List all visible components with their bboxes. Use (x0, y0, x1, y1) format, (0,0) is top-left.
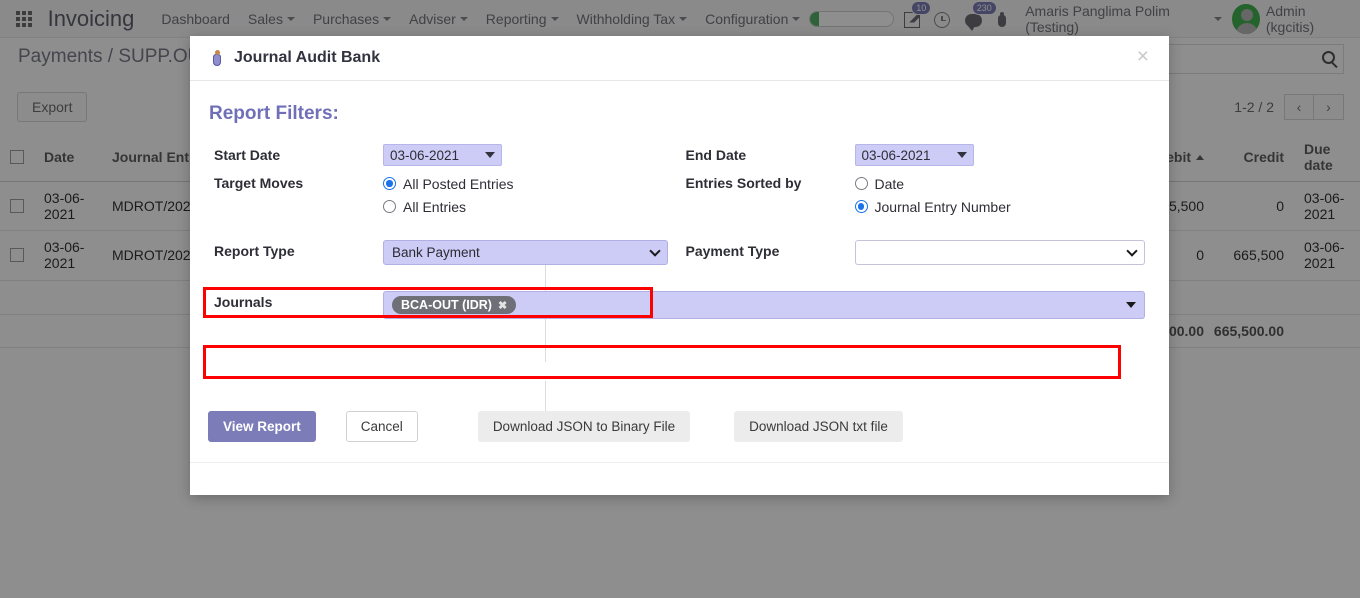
radio-sort-date[interactable]: Date (854, 172, 1152, 195)
radio-label: Journal Entry Number (874, 198, 1011, 215)
label-payment-type: Payment Type (685, 243, 780, 259)
form-row-journals: Journals BCA-OUT (IDR) ✖ (208, 288, 1151, 322)
label-start-date: Start Date (214, 147, 281, 163)
form-row-radios: Target Moves All Posted Entries All Entr… (208, 169, 1151, 221)
field-payment-type: Payment Type (680, 237, 1152, 268)
close-icon[interactable]: × (1133, 46, 1153, 70)
label-journals: Journals (214, 294, 273, 310)
field-end-date: End Date 03-06-2021 (680, 141, 1152, 169)
dialog-body: Report Filters: Start Date 03-06-2021 En… (190, 81, 1169, 461)
radio-icon-selected (383, 177, 396, 190)
radio-label: Date (874, 175, 905, 192)
form-row-dates: Start Date 03-06-2021 End Date 03-06-202… (208, 141, 1151, 169)
radio-icon (854, 177, 868, 190)
journal-tag[interactable]: BCA-OUT (IDR) ✖ (392, 296, 517, 314)
dialog-actions: View Report Cancel Download JSON to Bina… (208, 411, 903, 442)
label-entries-sorted-by: Entries Sorted by (685, 175, 802, 191)
report-filters-heading: Report Filters: (209, 103, 339, 124)
label-report-type: Report Type (214, 243, 295, 259)
payment-type-select[interactable] (854, 240, 1145, 265)
radio-all-entries[interactable]: All Entries (383, 195, 680, 218)
field-journals: Journals BCA-OUT (IDR) ✖ (208, 288, 1151, 322)
chevron-down-icon (648, 244, 661, 257)
label-end-date: End Date (685, 147, 747, 163)
download-json-binary-button[interactable]: Download JSON to Binary File (477, 411, 691, 442)
chevron-down-icon (1126, 302, 1136, 308)
end-date-value: 03-06-2021 (861, 147, 931, 163)
form-row-types: Report Type Bank Payment Payment Type (208, 237, 1151, 268)
dialog-title: Journal Audit Bank (234, 49, 381, 66)
highlight-box-journals (203, 345, 1121, 379)
screen: Invoicing Dashboard Sales Purchases Advi… (0, 0, 1360, 598)
radio-sort-journal-entry-number[interactable]: Journal Entry Number (854, 195, 1152, 218)
view-report-button[interactable]: View Report (208, 411, 316, 442)
dialog-header: Journal Audit Bank × (190, 36, 1169, 81)
radio-icon-selected (854, 200, 868, 213)
radio-label: All Posted Entries (403, 175, 514, 192)
bug-icon (210, 49, 224, 67)
field-target-moves: Target Moves All Posted Entries All Entr… (208, 169, 680, 221)
radio-icon (383, 200, 396, 213)
journals-multiselect[interactable]: BCA-OUT (IDR) ✖ (383, 291, 1145, 319)
field-start-date: Start Date 03-06-2021 (208, 141, 680, 169)
report-type-value: Bank Payment (392, 245, 480, 260)
journal-tag-label: BCA-OUT (IDR) (401, 298, 492, 312)
remove-tag-icon[interactable]: ✖ (498, 299, 507, 312)
journal-audit-bank-dialog: Journal Audit Bank × Report Filters: Sta… (190, 36, 1169, 495)
cancel-button[interactable]: Cancel (345, 411, 418, 442)
start-date-value: 03-06-2021 (390, 147, 460, 163)
chevron-down-icon (485, 152, 495, 158)
chevron-down-icon (956, 152, 967, 158)
chevron-down-icon (1126, 244, 1138, 257)
field-report-type: Report Type Bank Payment (208, 237, 680, 268)
label-target-moves: Target Moves (214, 175, 304, 191)
radio-all-posted-entries[interactable]: All Posted Entries (383, 172, 680, 195)
download-json-txt-button[interactable]: Download JSON txt file (734, 411, 903, 442)
radio-label: All Entries (403, 198, 467, 215)
dialog-footer (190, 462, 1169, 495)
field-entries-sorted-by: Entries Sorted by Date Journal Entry Num… (680, 169, 1152, 221)
start-date-input[interactable]: 03-06-2021 (383, 144, 502, 166)
end-date-input[interactable]: 03-06-2021 (854, 144, 974, 166)
report-type-select[interactable]: Bank Payment (383, 240, 668, 265)
